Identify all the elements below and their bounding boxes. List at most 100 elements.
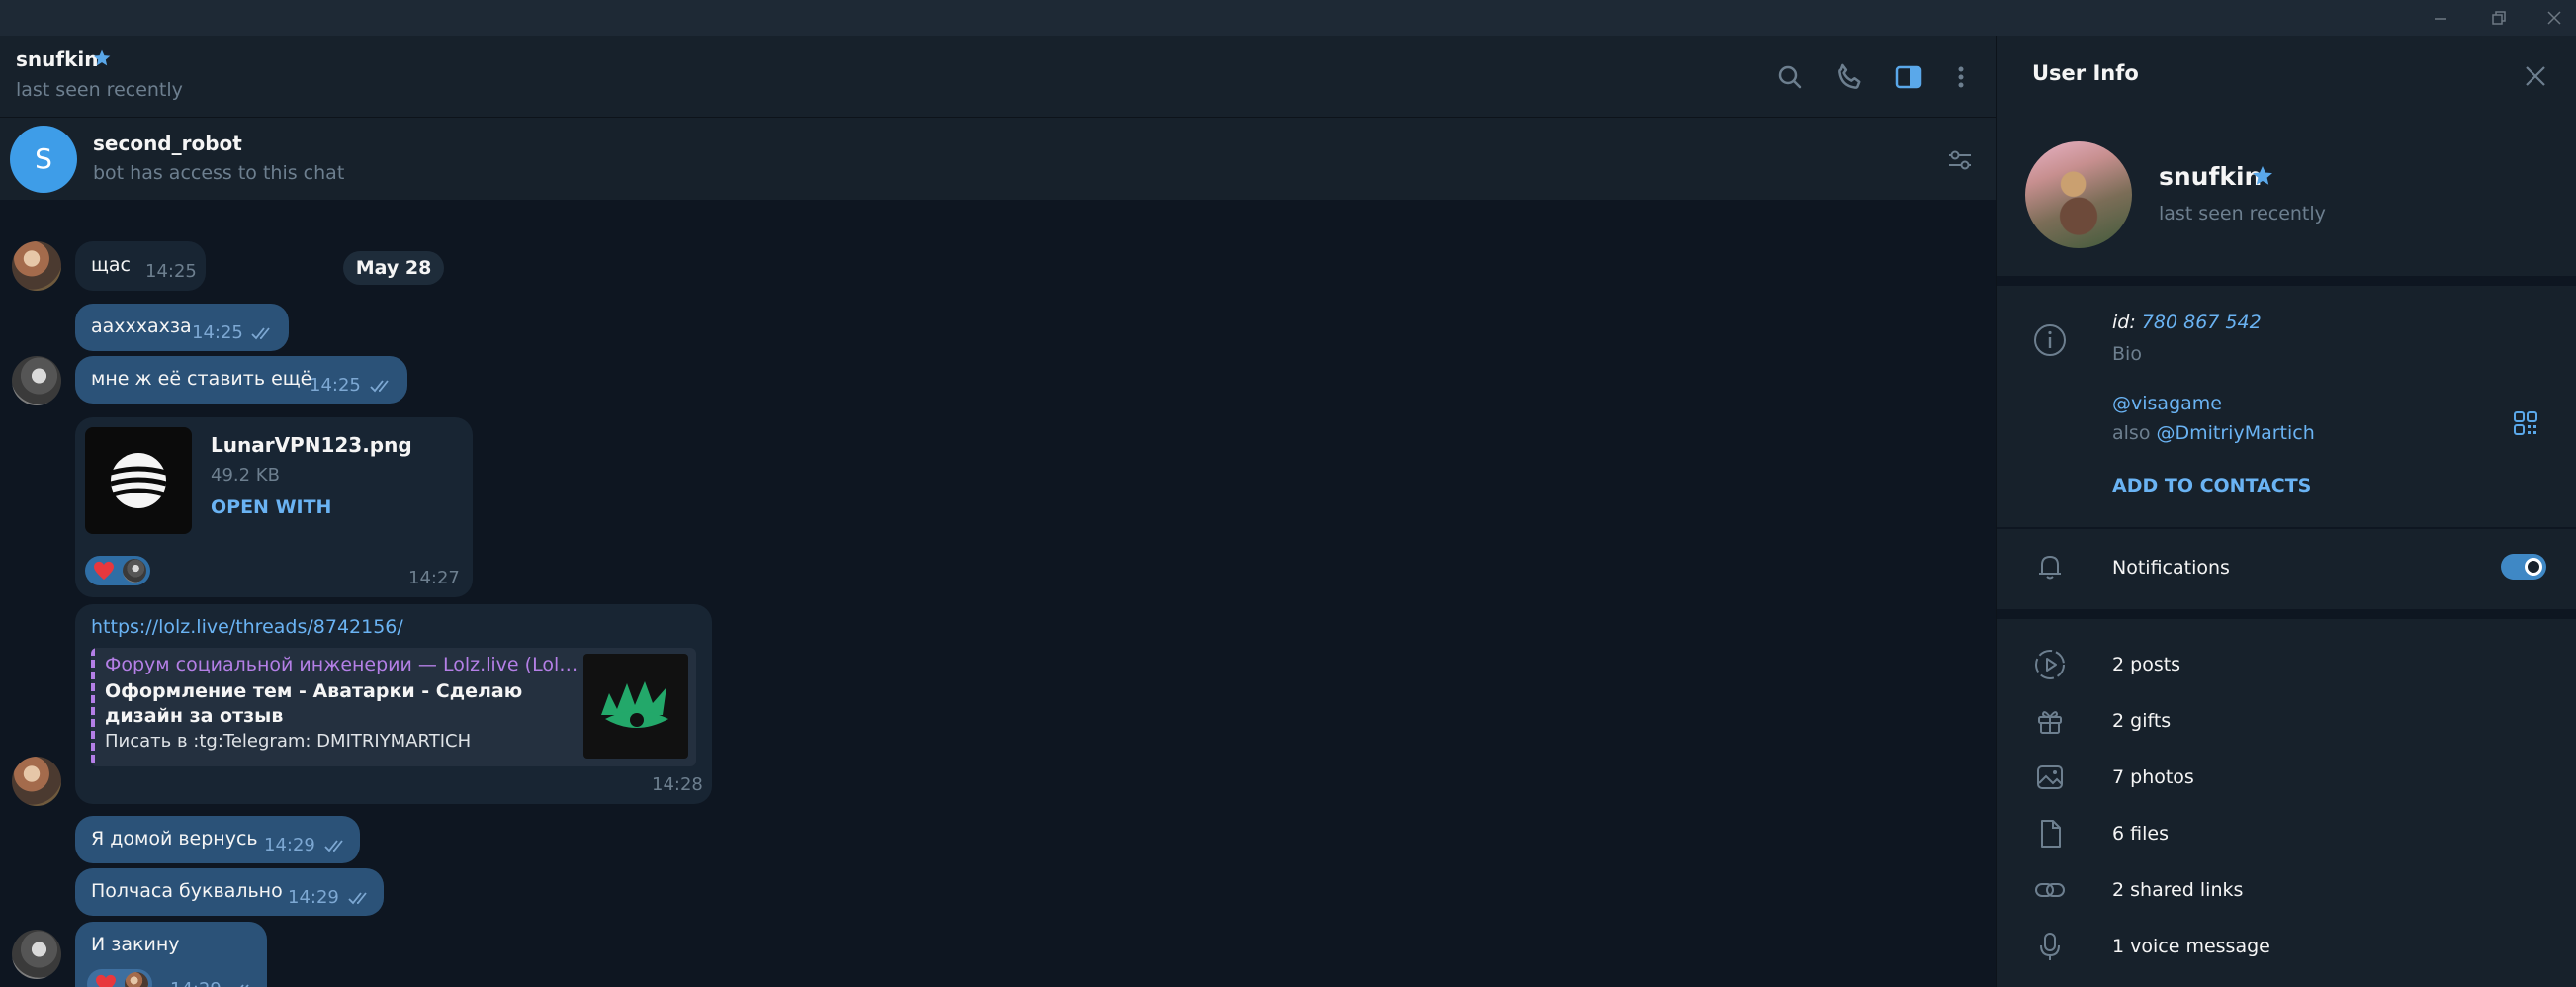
message-time: 14:29 [288, 887, 339, 908]
phone-icon [1838, 63, 1861, 89]
media-voice[interactable]: 1 voice message [2112, 936, 2270, 957]
read-checkmarks-icon [370, 380, 389, 393]
section-divider [1997, 276, 2576, 286]
user-id-label: id: [2112, 312, 2136, 333]
file-thumbnail[interactable] [85, 427, 192, 534]
message-time: 14:25 [310, 375, 361, 396]
message-bubble[interactable]: Я домой вернусь 14:29 [75, 816, 360, 863]
minimize-icon [2435, 18, 2446, 20]
message-text: мне ж её ставить ещё [91, 368, 312, 390]
info-icon [2034, 324, 2066, 356]
chat-header[interactable]: snufkin last seen recently [0, 36, 1996, 117]
preview-accent-bar [91, 648, 95, 766]
media-photos[interactable]: 7 photos [2112, 766, 2194, 788]
media-files[interactable]: 6 files [2112, 823, 2169, 845]
user-info-panel: User Info snufkin last seen recently id:… [1996, 36, 2576, 987]
user-id-row[interactable]: id: 780 867 542 [2112, 312, 2262, 333]
call-button[interactable] [1833, 60, 1867, 94]
preview-site-name: Форум социальной инженерии — Lolz.live (… [105, 654, 579, 675]
message-bubble[interactable]: щас 14:25 [75, 241, 206, 291]
sender-avatar[interactable] [12, 241, 61, 291]
bio-label: Bio [2112, 343, 2142, 365]
more-button[interactable] [1944, 60, 1978, 94]
telegram-window: snufkin last seen recently S second_robo… [0, 0, 2576, 987]
media-links[interactable]: 2 shared links [2112, 879, 2243, 901]
panel-title: User Info [2032, 61, 2139, 85]
message-text: Я домой вернусь [91, 828, 258, 850]
media-posts[interactable]: 2 posts [2112, 654, 2180, 675]
more-vertical-icon [1958, 66, 1964, 88]
read-checkmarks-icon [324, 840, 343, 852]
chat-status: last seen recently [16, 79, 183, 101]
user-id-value[interactable]: 780 867 542 [2142, 312, 2262, 333]
message-list[interactable]: щас 14:25 May 28 аахххахза 14:25 мне ж е… [0, 200, 1996, 987]
search-icon [1778, 65, 1802, 89]
heart-icon [96, 974, 116, 987]
close-panel-icon[interactable] [2523, 63, 2548, 89]
toggle-sidebar-button[interactable] [1892, 60, 1925, 94]
message-text: аахххахза [91, 315, 192, 337]
file-name[interactable]: LunarVPN123.png [211, 433, 412, 457]
also-label: also [2112, 422, 2151, 444]
also-username-link[interactable]: @DmitriyMartich [2157, 422, 2315, 444]
message-time: 14:28 [652, 774, 703, 795]
message-link[interactable]: https://lolz.live/threads/8742156/ [91, 616, 403, 638]
bot-settings-icon[interactable] [1945, 145, 1975, 175]
bot-avatar: S [10, 126, 77, 193]
profile-avatar[interactable] [2025, 141, 2132, 248]
bot-bar[interactable]: S second_robot bot has access to this ch… [0, 117, 1996, 200]
link-icon [2035, 883, 2065, 897]
notifications-toggle[interactable] [2501, 554, 2546, 580]
preview-image [583, 654, 688, 759]
message-bubble[interactable]: аахххахза 14:25 [75, 304, 289, 351]
file-icon [2041, 820, 2061, 848]
notifications-label: Notifications [2112, 557, 2230, 579]
message-time: 14:29 [264, 835, 315, 855]
stories-icon [2035, 650, 2065, 679]
username-link[interactable]: @visagame [2112, 393, 2222, 414]
chat-area: snufkin last seen recently S second_robo… [0, 36, 1996, 987]
read-checkmarks-icon [348, 892, 367, 905]
section-divider [1997, 527, 2576, 529]
link-message[interactable]: https://lolz.live/threads/8742156/ Форум… [75, 604, 712, 804]
message-bubble[interactable]: мне ж её ставить ещё 14:25 [75, 356, 407, 404]
message-time: 14:29 [170, 979, 222, 987]
bot-description: bot has access to this chat [93, 162, 345, 184]
qr-code-icon[interactable] [2512, 409, 2539, 437]
message-bubble[interactable]: И закину 14:29 [75, 922, 267, 987]
sender-avatar[interactable] [12, 757, 61, 806]
preview-title: Оформление тем - Аватарки - Сделаю дизай… [105, 680, 523, 727]
toggle-knob [2525, 558, 2542, 576]
file-message[interactable]: LunarVPN123.png 49.2 KB OPEN WITH 14:27 [75, 417, 473, 597]
reaction-badge[interactable] [87, 969, 152, 987]
minimize-button[interactable] [2419, 0, 2462, 36]
also-usernames: also @DmitriyMartich [2112, 422, 2315, 444]
reaction-badge[interactable] [85, 556, 150, 585]
message-bubble[interactable]: Полчаса буквально 14:29 [75, 868, 384, 916]
message-time: 14:25 [145, 261, 197, 282]
heart-icon [94, 561, 114, 581]
message-text: Полчаса буквально [91, 880, 283, 902]
message-text: щас [91, 254, 131, 276]
search-button[interactable] [1773, 60, 1807, 94]
restore-button[interactable] [2477, 0, 2521, 36]
profile-status: last seen recently [2159, 203, 2326, 224]
sender-avatar[interactable] [12, 930, 61, 979]
premium-star-icon[interactable] [2251, 164, 2274, 188]
window-titlebar [0, 0, 2576, 36]
premium-star-icon [93, 49, 111, 66]
reactor-avatar [125, 972, 148, 987]
lunarvpn-logo-icon [110, 453, 167, 508]
chat-title[interactable]: snufkin [16, 47, 98, 71]
close-icon [2547, 11, 2561, 25]
photo-icon [2037, 765, 2063, 789]
close-window-button[interactable] [2532, 0, 2576, 36]
date-separator: May 28 [343, 251, 444, 285]
open-with-button[interactable]: OPEN WITH [211, 496, 331, 518]
sender-avatar[interactable] [12, 356, 61, 405]
eye-logo-icon [601, 681, 668, 728]
file-size: 49.2 KB [211, 465, 280, 486]
add-to-contacts-button[interactable]: ADD TO CONTACTS [2112, 475, 2311, 496]
link-preview[interactable]: Форум социальной инженерии — Lolz.live (… [91, 648, 696, 766]
media-gifts[interactable]: 2 gifts [2112, 710, 2171, 732]
